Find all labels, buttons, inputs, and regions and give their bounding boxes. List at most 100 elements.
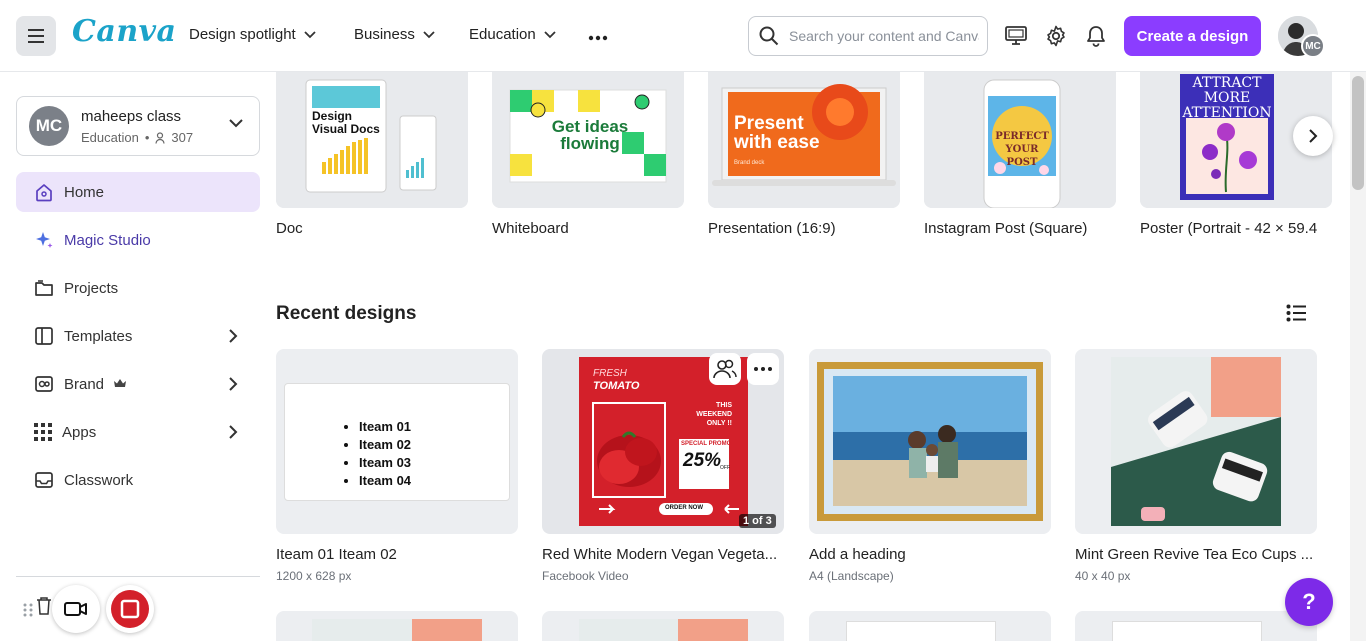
sidebar-divider	[16, 576, 260, 577]
search-icon	[759, 26, 779, 46]
canva-logo[interactable]: Canva	[72, 14, 177, 49]
tomato-art-off: OFF	[720, 465, 730, 471]
people-icon	[713, 359, 737, 379]
template-doc[interactable]: Design Visual Docs Doc	[276, 72, 468, 237]
chevron-down-icon	[544, 31, 556, 39]
recent-designs-title: Recent designs	[276, 303, 417, 324]
template-whiteboard[interactable]: Get ideas flowing Whiteboard	[492, 72, 684, 237]
template-label: Instagram Post (Square)	[924, 220, 1088, 237]
tomato-art-tomato: TOMATO	[593, 380, 640, 392]
design-card[interactable]: Iteam 01 Iteam 02 Iteam 03 Iteam 04 Itea…	[276, 349, 518, 583]
sidebar-item-label: Apps	[62, 423, 97, 441]
notifications-button[interactable]	[1082, 22, 1110, 50]
design-subtitle: 1200 x 628 px	[276, 569, 352, 583]
share-people-button[interactable]	[709, 353, 741, 385]
more-nav-button[interactable]	[588, 26, 608, 44]
design-title: Red White Modern Vegan Vegeta...	[542, 546, 778, 563]
sidebar-item-label: Classwork	[64, 471, 134, 489]
template-thumbnail: Design Visual Docs	[276, 72, 468, 208]
hamburger-menu-button[interactable]	[16, 16, 56, 56]
tomato-art-weekend: THIS WEEKEND ONLY !!	[696, 402, 732, 427]
tray-icon	[35, 472, 53, 488]
design-card[interactable]	[809, 611, 1051, 641]
stop-icon	[111, 590, 149, 628]
crown-icon	[114, 379, 127, 387]
design-card[interactable]: FRESH TOMATO THIS WEEKEND ONLY !! SPECIA…	[542, 349, 784, 583]
account-switcher[interactable]: MC maheeps class Education • 307	[16, 96, 260, 156]
scrollbar-thumb[interactable]	[1352, 76, 1364, 190]
nav-design-spotlight[interactable]: Design spotlight	[189, 26, 316, 43]
doc-art-text: Design Visual Docs	[312, 109, 380, 136]
design-card[interactable]: Add a heading A4 (Landscape)	[809, 349, 1051, 583]
gear-icon	[1047, 25, 1065, 47]
template-poster[interactable]: ATTRACT MORE ATTENTION Poster (Portrait …	[1140, 72, 1332, 237]
presentation-art-sub: Brand deck	[734, 160, 765, 166]
chevron-right-icon	[229, 425, 238, 439]
template-thumbnail: Present with ease Brand deck	[708, 72, 900, 208]
sidebar-item-magic-studio[interactable]: Magic Studio	[16, 220, 260, 260]
doc-art	[276, 72, 468, 208]
design-card[interactable]	[276, 611, 518, 641]
list-art: Iteam 01 Iteam 02 Iteam 03 Iteam 04	[284, 383, 510, 501]
nav-label: Education	[469, 26, 536, 43]
search-input[interactable]	[789, 28, 979, 44]
list-art-item: Iteam 02	[359, 436, 411, 454]
template-label: Poster (Portrait - 42 × 59.4	[1140, 220, 1318, 237]
tomato-art-order: ORDER NOW	[665, 505, 703, 511]
design-card[interactable]	[1075, 611, 1317, 641]
list-view-toggle[interactable]	[1286, 304, 1306, 327]
chevron-right-icon	[1309, 129, 1318, 143]
sidebar-item-label: Brand	[64, 375, 105, 393]
sidebar-item-brand[interactable]: Brand	[16, 364, 260, 404]
design-card[interactable]	[542, 611, 784, 641]
design-title: Add a heading	[809, 546, 906, 563]
search-box[interactable]	[748, 16, 988, 56]
tomato-art-fresh: FRESH	[593, 368, 627, 379]
video-camera-icon	[64, 602, 87, 616]
sidebar-item-templates[interactable]: Templates	[16, 316, 260, 356]
template-presentation[interactable]: Present with ease Brand deck Presentatio…	[708, 72, 900, 237]
design-thumbnail	[846, 621, 996, 641]
design-thumbnail: FRESH TOMATO THIS WEEKEND ONLY !! SPECIA…	[542, 349, 784, 534]
create-design-button[interactable]: Create a design	[1124, 16, 1261, 56]
design-title: Mint Green Revive Tea Eco Cups ...	[1075, 546, 1314, 563]
sidebar-item-classwork[interactable]: Classwork	[16, 460, 260, 500]
sidebar-item-label: Templates	[64, 327, 133, 345]
folder-icon	[35, 280, 53, 296]
sidebar-item-home[interactable]: Home	[16, 172, 260, 212]
chevron-right-icon	[229, 329, 238, 343]
help-button[interactable]: ?	[1285, 578, 1333, 626]
settings-button[interactable]	[1042, 22, 1070, 50]
stop-record-button[interactable]	[106, 585, 154, 633]
account-type: Education	[81, 130, 139, 145]
template-instagram-post[interactable]: PERFECT YOUR POST Instagram Post (Square…	[924, 72, 1116, 237]
template-label: Whiteboard	[492, 220, 569, 237]
sidebar-item-label: Magic Studio	[64, 231, 151, 249]
nav-business[interactable]: Business	[354, 26, 435, 43]
bell-icon	[1087, 26, 1105, 47]
design-title: Iteam 01 Iteam 02	[276, 546, 397, 563]
poster-art-text: ATTRACT MORE ATTENTION	[1182, 75, 1272, 121]
sidebar-item-projects[interactable]: Projects	[16, 268, 260, 308]
chevron-down-icon	[423, 31, 435, 39]
account-name: maheeps class	[81, 108, 182, 125]
sidebar-item-apps[interactable]: Apps	[16, 412, 260, 452]
design-thumbnail	[1112, 621, 1262, 641]
camera-record-button[interactable]	[52, 585, 100, 633]
main-content: Design Visual Docs Doc Get ideas flowing…	[276, 72, 1350, 641]
dot-separator: •	[144, 130, 150, 145]
list-art-item: Iteam 01	[359, 418, 411, 436]
drag-handle-icon[interactable]	[22, 602, 34, 618]
instagram-art-text: PERFECT YOUR POST	[995, 131, 1049, 168]
account-members: 307	[171, 130, 194, 145]
trash-icon[interactable]	[36, 596, 52, 616]
design-card[interactable]: Mint Green Revive Tea Eco Cups ... 40 x …	[1075, 349, 1317, 583]
design-thumbnail: Iteam 01 Iteam 02 Iteam 03 Iteam 04	[276, 349, 518, 534]
nav-education[interactable]: Education	[469, 26, 556, 43]
more-options-button[interactable]	[747, 353, 779, 385]
list-view-icon	[1286, 304, 1306, 322]
carousel-next-button[interactable]	[1293, 116, 1333, 156]
more-dots-icon	[754, 367, 772, 371]
desktop-app-button[interactable]	[1002, 22, 1030, 50]
list-art-item: Iteam 04	[359, 472, 411, 490]
